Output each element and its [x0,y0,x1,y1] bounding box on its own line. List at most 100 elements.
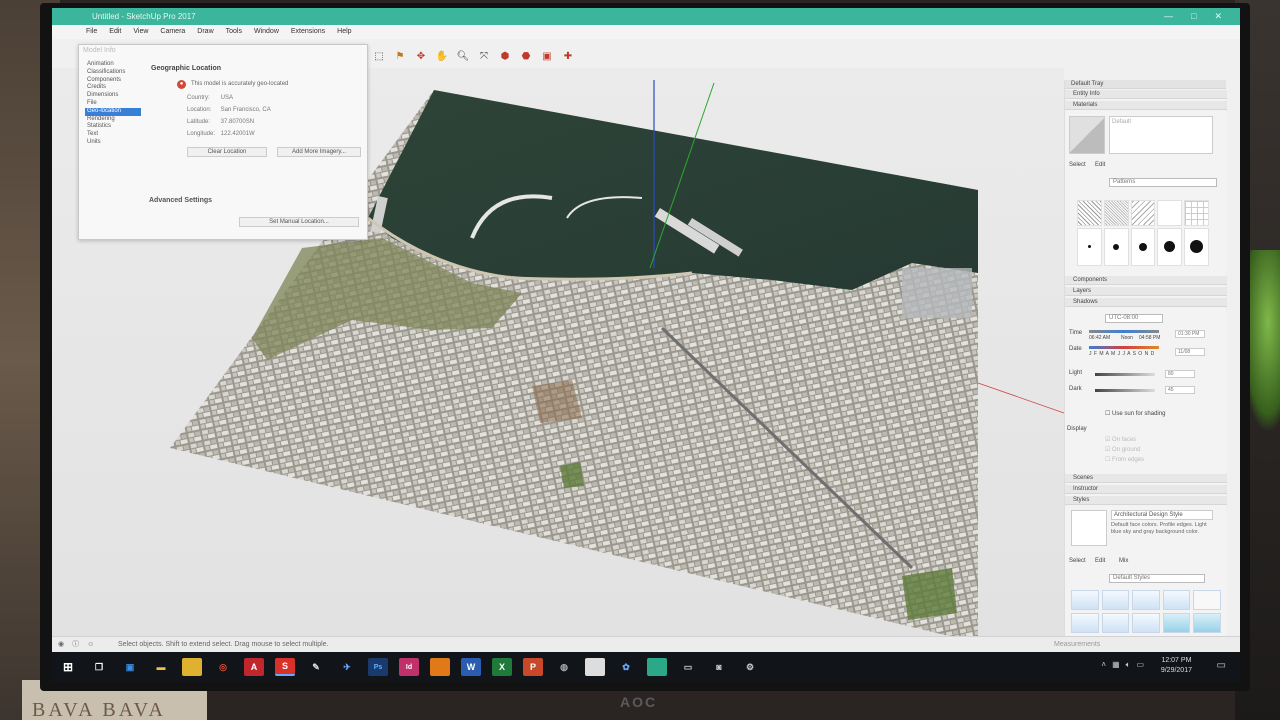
swatch[interactable] [1077,200,1102,226]
section-credits[interactable]: Credits [85,84,141,92]
clear-location-button[interactable]: Clear Location [187,147,267,157]
section-animation[interactable]: Animation [85,61,141,69]
pan-icon[interactable]: ✋ [435,49,449,63]
section-dimensions[interactable]: Dimensions [85,92,141,100]
store-icon[interactable]: ▣ [120,658,140,676]
style-swatch[interactable] [1101,613,1130,633]
task-view-icon[interactable]: ❐ [89,658,109,676]
file-explorer-icon[interactable]: ▬ [151,658,171,676]
style-swatch[interactable] [1193,613,1221,633]
shadows-section[interactable]: Shadows [1065,298,1227,307]
layout-app-icon[interactable]: ✎ [306,658,326,676]
swatch[interactable] [1103,200,1129,226]
section-geo-location[interactable]: Geo-location [85,107,141,116]
style-name-field[interactable]: Architectural Design Style [1111,510,1213,520]
layout-icon[interactable]: ✚ [561,49,575,63]
style-swatch[interactable] [1193,590,1221,610]
swatch[interactable] [1130,200,1156,226]
swatch[interactable] [1184,200,1209,226]
chevron-up-icon[interactable]: ˄ [1101,660,1106,670]
minimize-button[interactable]: — [1164,8,1173,25]
section-units[interactable]: Units [85,139,141,147]
section-rendering[interactable]: Rendering [85,116,141,124]
indesign-icon[interactable]: Id [399,658,419,676]
styles-select-tab[interactable]: Select [1069,558,1086,564]
section-file[interactable]: File [85,100,141,108]
section-components[interactable]: Components [85,77,141,85]
dark-slider[interactable] [1095,389,1155,392]
menu-help[interactable]: Help [337,25,351,39]
acrobat-icon[interactable]: A [244,658,264,676]
menu-draw[interactable]: Draw [197,25,213,39]
materials-section[interactable]: Materials [1065,101,1227,110]
share-model-icon[interactable]: ⬣ [519,49,533,63]
zoom-extents-icon[interactable]: ⤧ [477,49,491,63]
word-icon[interactable]: W [461,658,481,676]
globe-icon[interactable]: ◍ [554,658,574,676]
add-more-imagery-button[interactable]: Add More Imagery... [277,147,361,157]
swatch[interactable] [1130,227,1156,266]
keyboard-icon[interactable]: ▭ [1136,660,1144,670]
section-classifications[interactable]: Classifications [85,69,141,77]
zoom-icon[interactable]: 🔍︎ [456,49,470,63]
from-edges-checkbox[interactable]: ☐ From edges [1105,456,1144,463]
calculator-icon[interactable] [647,658,667,676]
extension-warehouse-icon[interactable]: ▣ [540,49,554,63]
material-name-field[interactable]: Default [1109,116,1213,154]
components-section[interactable]: Components [1065,276,1227,285]
illustrator-icon[interactable] [430,658,450,676]
network-icon[interactable]: ▦ [1112,660,1120,670]
notification-icon[interactable]: ▭ [1217,660,1226,671]
select-tool-icon[interactable]: ⬚ [372,49,386,63]
menu-file[interactable]: File [86,25,97,39]
date-slider[interactable] [1089,346,1159,349]
sketchup-icon[interactable]: S [275,658,295,676]
materials-select-tab[interactable]: Select [1069,162,1086,168]
use-sun-checkbox[interactable]: ☐ Use sun for shading [1105,410,1165,417]
style-swatch[interactable] [1071,613,1099,633]
taskbar-clock[interactable]: 12:07 PM 9/29/2017 [1161,656,1192,676]
photoshop-icon[interactable]: Ps [368,658,388,676]
swatch[interactable] [1157,227,1183,266]
media-icon[interactable]: ▭ [678,658,698,676]
credits-icon[interactable]: ⓘ [72,637,79,653]
swatch[interactable] [1077,227,1102,266]
menu-tools[interactable]: Tools [226,25,242,39]
start-icon[interactable]: ⊞ [58,658,78,676]
swatch[interactable] [1103,227,1129,266]
swatch[interactable] [1157,200,1183,226]
styles-dropdown[interactable]: Default Styles [1109,574,1205,583]
settings-icon[interactable]: ⚙ [740,658,760,676]
time-slider[interactable] [1089,330,1159,333]
utc-dropdown[interactable]: UTC-08:00 [1105,314,1163,323]
styles-edit-tab[interactable]: Edit [1095,558,1105,564]
time-field[interactable]: 01:30 PM [1175,330,1205,338]
scenes-section[interactable]: Scenes [1065,474,1227,483]
paint-icon[interactable]: ✿ [616,658,636,676]
on-ground-checkbox[interactable]: ☑ On ground [1105,446,1140,453]
close-button[interactable]: ✕ [1214,8,1222,25]
on-faces-checkbox[interactable]: ☑ On faces [1105,436,1136,443]
menu-extensions[interactable]: Extensions [291,25,325,39]
section-statistics[interactable]: Statistics [85,123,141,131]
dark-field[interactable]: 45 [1165,386,1195,394]
light-slider[interactable] [1095,373,1155,376]
style-swatch[interactable] [1162,613,1191,633]
paint-bucket-icon[interactable]: ⚑ [393,49,407,63]
style-swatch[interactable] [1132,590,1160,610]
menu-window[interactable]: Window [254,25,279,39]
menu-edit[interactable]: Edit [109,25,121,39]
powerpoint-icon[interactable]: P [523,658,543,676]
set-manual-location-button[interactable]: Set Manual Location... [239,217,359,227]
style-builder-icon[interactable]: ✈ [337,658,357,676]
warehouse-icon[interactable]: ⬢ [498,49,512,63]
layers-section[interactable]: Layers [1065,287,1227,296]
entity-info-section[interactable]: Entity Info [1065,90,1227,99]
notepad-icon[interactable] [585,658,605,676]
volume-icon[interactable]: 🔈︎ [1126,660,1131,670]
section-text[interactable]: Text [85,131,141,139]
chrome-icon[interactable]: ◎ [213,658,233,676]
camera-icon[interactable]: ◙ [709,658,729,676]
instructor-section[interactable]: Instructor [1065,485,1227,494]
style-swatch[interactable] [1101,590,1130,610]
